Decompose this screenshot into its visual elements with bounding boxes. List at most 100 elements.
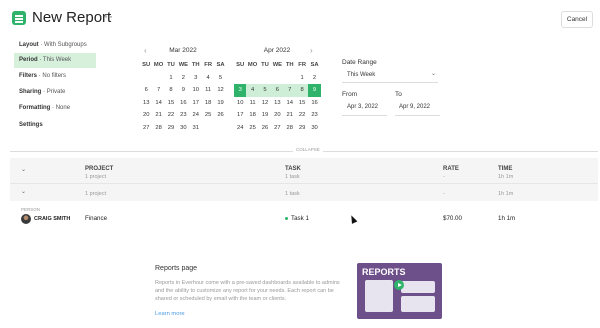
calendar-empty [259,72,271,85]
calendar-empty [284,72,296,85]
menu-item-settings[interactable]: Settings [14,118,96,133]
calendar-day[interactable]: 14 [152,97,164,110]
column-header-time[interactable]: TIME [498,166,512,172]
date-range-select[interactable]: This Week [347,72,375,78]
calendar-day[interactable]: 22 [165,109,177,122]
calendar-day[interactable]: 1 [165,72,177,85]
calendar-day[interactable]: 22 [296,109,308,122]
calendar-day[interactable]: 25 [202,109,214,122]
calendar-day[interactable]: 8 [295,84,309,97]
calendar-day[interactable]: 4 [246,84,259,97]
calendar-day[interactable]: 9 [177,84,189,97]
menu-item-layout[interactable]: Layout · With Subgroups [14,38,96,53]
group-task: 1 task [285,191,300,197]
calendar-day[interactable]: 10 [234,97,246,110]
calendar-day[interactable]: 17 [234,109,246,122]
calendar-day[interactable]: 12 [214,84,226,97]
menu-item-formatting[interactable]: Formatting · None [14,101,96,116]
calendar-day[interactable]: 6 [140,84,152,97]
calendar-day[interactable]: 19 [259,109,271,122]
calendar-day[interactable]: 5 [258,84,272,97]
calendar-day[interactable]: 18 [246,109,258,122]
reports-video-thumbnail[interactable]: REPORTS [357,263,442,319]
calendar-day[interactable]: 30 [177,122,189,135]
calendar-day[interactable]: 29 [296,122,308,135]
weekday-header: SA [310,62,319,68]
summary-rate: - [443,174,445,180]
calendar-day[interactable]: 2 [177,72,189,85]
menu-item-sharing[interactable]: Sharing · Private [14,85,96,100]
more-options-icon[interactable]: ··· [99,9,114,23]
learn-more-link[interactable]: Learn more [155,311,185,317]
calendar-day[interactable]: 24 [190,109,202,122]
calendar-day[interactable]: 9 [308,84,321,97]
calendar-day[interactable]: 1 [296,72,308,85]
calendar-day[interactable]: 2 [308,72,320,85]
calendar-day[interactable]: 29 [165,122,177,135]
calendar-day[interactable]: 28 [284,122,296,135]
calendar-day[interactable]: 11 [246,97,258,110]
calendar-day[interactable]: 13 [271,97,283,110]
calendar-day[interactable]: 16 [308,97,320,110]
calendar-day[interactable]: 21 [152,109,164,122]
calendar-day[interactable]: 4 [202,72,214,85]
menu-item-value: With Subgroups [44,42,87,48]
calendar-day[interactable]: 8 [165,84,177,97]
calendar-day[interactable]: 10 [190,84,202,97]
calendar-day[interactable]: 28 [152,122,164,135]
calendar-day[interactable]: 20 [271,109,283,122]
prev-month-icon[interactable]: ‹ [144,46,147,55]
play-icon[interactable] [394,280,404,290]
calendar-day[interactable]: 27 [271,122,283,135]
calendar-day[interactable]: 20 [140,109,152,122]
calendar-day[interactable]: 26 [259,122,271,135]
promo-text: Reports in Everhour come with a pre-save… [155,280,340,302]
next-month-icon[interactable]: › [310,46,313,55]
column-header-task[interactable]: TASK [285,166,301,172]
weekday-header: SU [142,62,151,68]
calendar-day[interactable]: 7 [152,84,164,97]
calendar-day[interactable]: 6 [271,84,284,97]
column-header-project[interactable]: PROJECT [85,166,113,172]
calendar-day[interactable]: 18 [202,97,214,110]
calendar-day[interactable]: 25 [246,122,258,135]
calendar-day[interactable]: 3 [234,84,247,97]
chevron-down-icon[interactable]: ⌄ [21,188,26,195]
menu-item-filters[interactable]: Filters · No filters [14,69,96,84]
menu-item-label: Period [19,57,38,63]
menu-item-label: Formatting [19,105,51,111]
cancel-button[interactable]: Cancel [561,11,593,28]
calendar-day[interactable]: 26 [214,109,226,122]
calendar-day[interactable]: 16 [177,97,189,110]
calendar-day[interactable]: 19 [214,97,226,110]
to-date-input[interactable]: Apr 9, 2022 [399,104,430,110]
calendar-day[interactable]: 14 [284,97,296,110]
weekday-header: SU [236,62,245,68]
calendar-day[interactable]: 31 [190,122,202,135]
column-header-rate[interactable]: RATE [443,166,459,172]
group-rate: - [443,191,445,197]
calendar-day[interactable]: 13 [140,97,152,110]
menu-item-period[interactable]: Period · This Week [14,53,96,68]
calendar-day[interactable]: 11 [202,84,214,97]
row-task: Task 1 [291,215,309,222]
from-date-input[interactable]: Apr 3, 2022 [347,104,378,110]
calendar-day[interactable]: 7 [283,84,296,97]
calendar-day[interactable]: 5 [214,72,226,85]
menu-item-label: Settings [19,122,43,128]
chevron-down-icon[interactable]: ⌄ [21,166,26,173]
collapse-toggle[interactable]: COLLAPSE [293,147,323,152]
calendar-day[interactable]: 15 [296,97,308,110]
calendar-day[interactable]: 24 [234,122,246,135]
calendar-day[interactable]: 17 [190,97,202,110]
calendar-day[interactable]: 30 [308,122,320,135]
calendar-day[interactable]: 3 [190,72,202,85]
chevron-down-icon[interactable]: ⌄ [431,70,436,77]
group-time: 1h 1m [498,191,514,197]
calendar-day[interactable]: 27 [140,122,152,135]
calendar-day[interactable]: 23 [177,109,189,122]
calendar-day[interactable]: 21 [284,109,296,122]
calendar-day[interactable]: 23 [308,109,320,122]
calendar-day[interactable]: 12 [259,97,271,110]
calendar-day[interactable]: 15 [165,97,177,110]
